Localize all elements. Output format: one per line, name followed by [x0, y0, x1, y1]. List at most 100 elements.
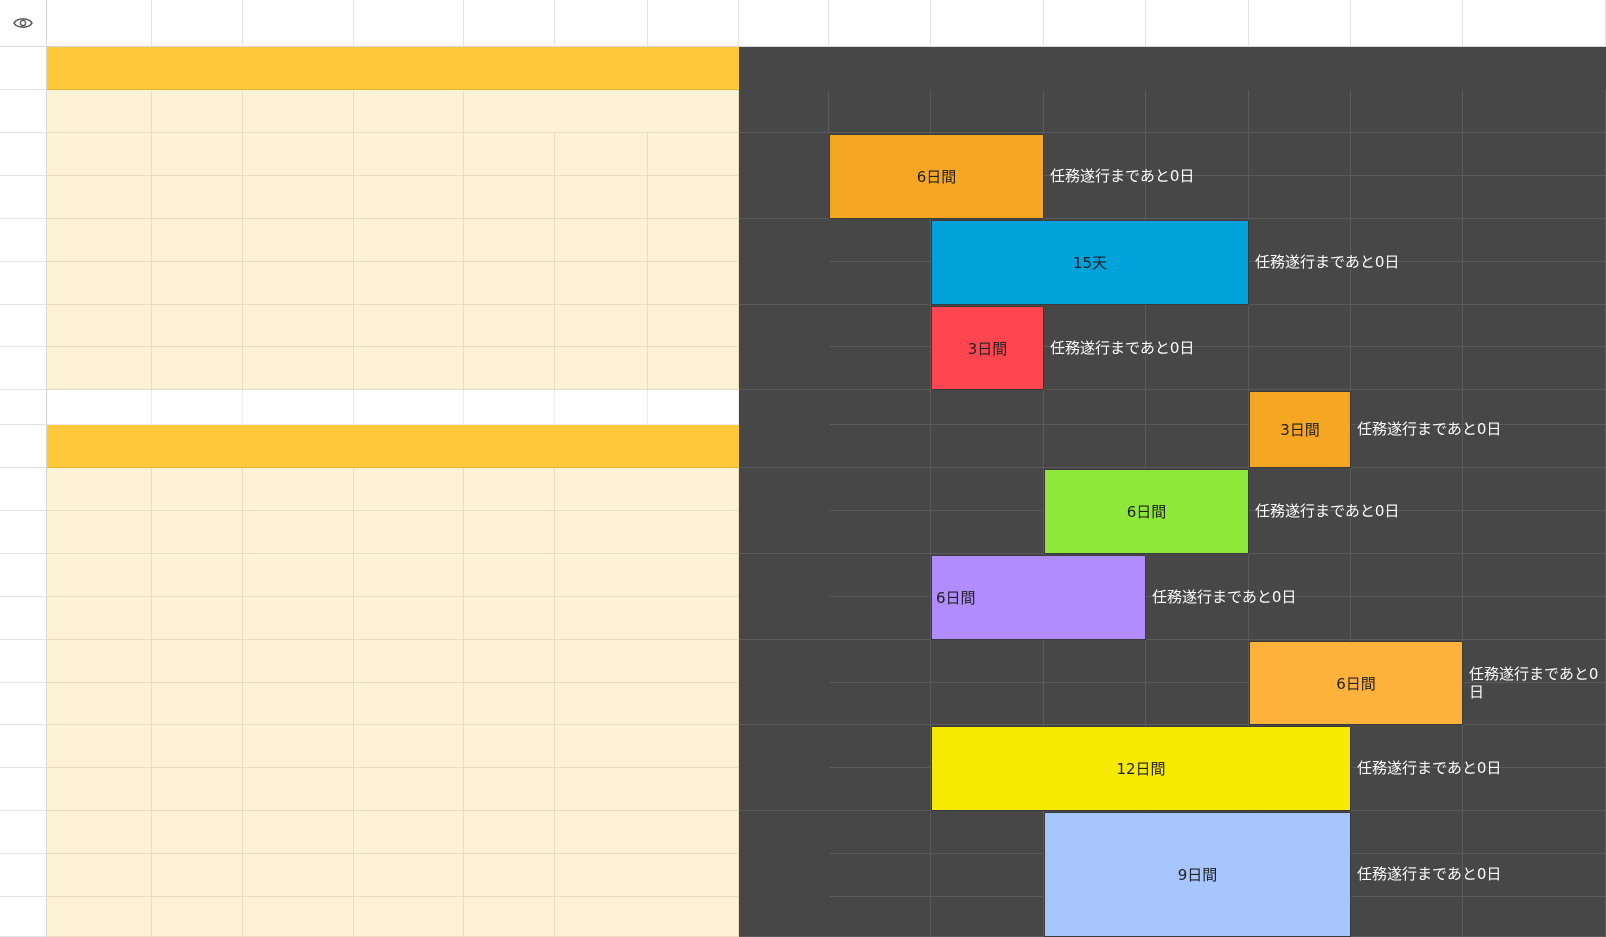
calendar-day[interactable] — [648, 176, 739, 219]
gantt-bar[interactable]: 15天 — [931, 220, 1249, 305]
calendar-day[interactable] — [152, 305, 243, 347]
gantt-cell[interactable] — [829, 854, 931, 897]
schedule-cell[interactable] — [555, 511, 739, 554]
column-header-o[interactable] — [1463, 0, 1606, 47]
schedule-cell[interactable] — [47, 854, 152, 897]
gantt-cell[interactable] — [829, 425, 931, 468]
schedule-cell[interactable] — [47, 768, 152, 811]
gantt-cell[interactable] — [1146, 425, 1249, 468]
gantt-cell[interactable] — [1351, 176, 1463, 219]
weekday-header[interactable] — [354, 133, 464, 176]
calendar-day[interactable] — [47, 262, 152, 305]
gantt-date-header[interactable] — [829, 90, 931, 133]
empty-cell[interactable] — [648, 390, 739, 425]
column-header-d[interactable] — [354, 0, 464, 47]
calendar-day[interactable] — [243, 347, 354, 390]
schedule-cell[interactable] — [354, 554, 464, 597]
gantt-task-label[interactable] — [739, 640, 829, 725]
weekday-header[interactable] — [648, 133, 739, 176]
weekday-header[interactable] — [555, 133, 648, 176]
row-header-13[interactable] — [0, 554, 47, 597]
gantt-cell[interactable] — [931, 511, 1044, 554]
gantt-cell[interactable] — [1044, 425, 1146, 468]
gantt-date-header[interactable] — [1044, 90, 1146, 133]
gantt-cell[interactable] — [1463, 305, 1606, 347]
schedule-cell[interactable] — [354, 854, 464, 897]
calendar-day[interactable] — [648, 347, 739, 390]
calendar-day[interactable] — [464, 262, 555, 305]
row-header-3[interactable] — [0, 133, 47, 176]
gantt-bar[interactable]: 3日間 — [1249, 391, 1351, 468]
schedule-cell[interactable] — [152, 640, 243, 683]
empty-cell[interactable] — [739, 90, 829, 133]
gantt-bar[interactable]: 9日間 — [1044, 812, 1351, 937]
empty-cell[interactable] — [47, 390, 152, 425]
calendar-day[interactable] — [464, 176, 555, 219]
calendar-day[interactable] — [648, 262, 739, 305]
calendar-day[interactable] — [354, 262, 464, 305]
calendar-day[interactable] — [152, 262, 243, 305]
gantt-task-label[interactable] — [739, 725, 829, 811]
gantt-task-label[interactable] — [739, 811, 829, 937]
gantt-cell[interactable] — [931, 640, 1044, 683]
schedule-cell[interactable] — [243, 683, 354, 725]
gantt-task-label[interactable] — [739, 468, 829, 554]
calendar-day[interactable] — [354, 219, 464, 262]
empty-cell[interactable] — [464, 390, 555, 425]
calendar-day[interactable] — [555, 347, 648, 390]
schedule-cell[interactable] — [354, 725, 464, 768]
schedule-cell[interactable] — [47, 511, 152, 554]
gantt-cell[interactable] — [1463, 219, 1606, 262]
gantt-cell[interactable] — [1146, 390, 1249, 425]
gantt-cell[interactable] — [1351, 347, 1463, 390]
gantt-cell[interactable] — [829, 768, 931, 811]
row-header-8[interactable] — [0, 347, 47, 390]
gantt-bar[interactable]: 12日間 — [931, 726, 1351, 811]
schedule-cell[interactable] — [243, 511, 354, 554]
gantt-task-label[interactable] — [739, 305, 829, 390]
column-header-m[interactable] — [1249, 0, 1351, 47]
weekday-header[interactable] — [152, 133, 243, 176]
schedule-cell[interactable] — [354, 811, 464, 854]
gantt-date-header[interactable] — [1249, 90, 1351, 133]
gantt-cell[interactable] — [931, 683, 1044, 725]
empty-cell[interactable] — [152, 90, 243, 133]
row-header-5[interactable] — [0, 219, 47, 262]
gantt-cell[interactable] — [829, 347, 931, 390]
schedule-cell[interactable] — [47, 811, 152, 854]
gantt-cell[interactable] — [829, 554, 931, 597]
column-header-f[interactable] — [555, 0, 648, 47]
row-header-14[interactable] — [0, 597, 47, 640]
calendar-day[interactable] — [243, 219, 354, 262]
schedule-cell[interactable] — [152, 683, 243, 725]
gantt-date-header[interactable] — [931, 90, 1044, 133]
schedule-cell[interactable] — [152, 597, 243, 640]
calendar-day[interactable] — [555, 176, 648, 219]
gantt-cell[interactable] — [1463, 468, 1606, 511]
row-header-17[interactable] — [0, 725, 47, 768]
calendar-day[interactable] — [47, 219, 152, 262]
column-header-g[interactable] — [648, 0, 739, 47]
row-header-18[interactable] — [0, 768, 47, 811]
schedule-header[interactable] — [555, 468, 739, 511]
gantt-cell[interactable] — [829, 811, 931, 854]
schedule-cell[interactable] — [243, 554, 354, 597]
row-header-12[interactable] — [0, 511, 47, 554]
schedule-cell[interactable] — [555, 683, 739, 725]
schedule-cell[interactable] — [555, 725, 739, 768]
gantt-date-header[interactable] — [1463, 90, 1606, 133]
gantt-cell[interactable] — [1249, 176, 1351, 219]
weekday-header[interactable] — [464, 133, 555, 176]
row-header-1[interactable] — [0, 47, 47, 90]
row-header-7[interactable] — [0, 305, 47, 347]
row-header-9[interactable] — [0, 390, 47, 425]
schedule-cell[interactable] — [243, 854, 354, 897]
gantt-cell[interactable] — [1249, 133, 1351, 176]
schedule-cell[interactable] — [243, 768, 354, 811]
calendar-day[interactable] — [464, 347, 555, 390]
schedule-cell[interactable] — [464, 554, 555, 597]
gantt-task-label[interactable] — [739, 390, 829, 468]
calendar-day[interactable] — [354, 347, 464, 390]
gantt-bar[interactable]: 6日間 — [1044, 469, 1249, 554]
gantt-bar[interactable]: 3日間 — [931, 306, 1044, 390]
